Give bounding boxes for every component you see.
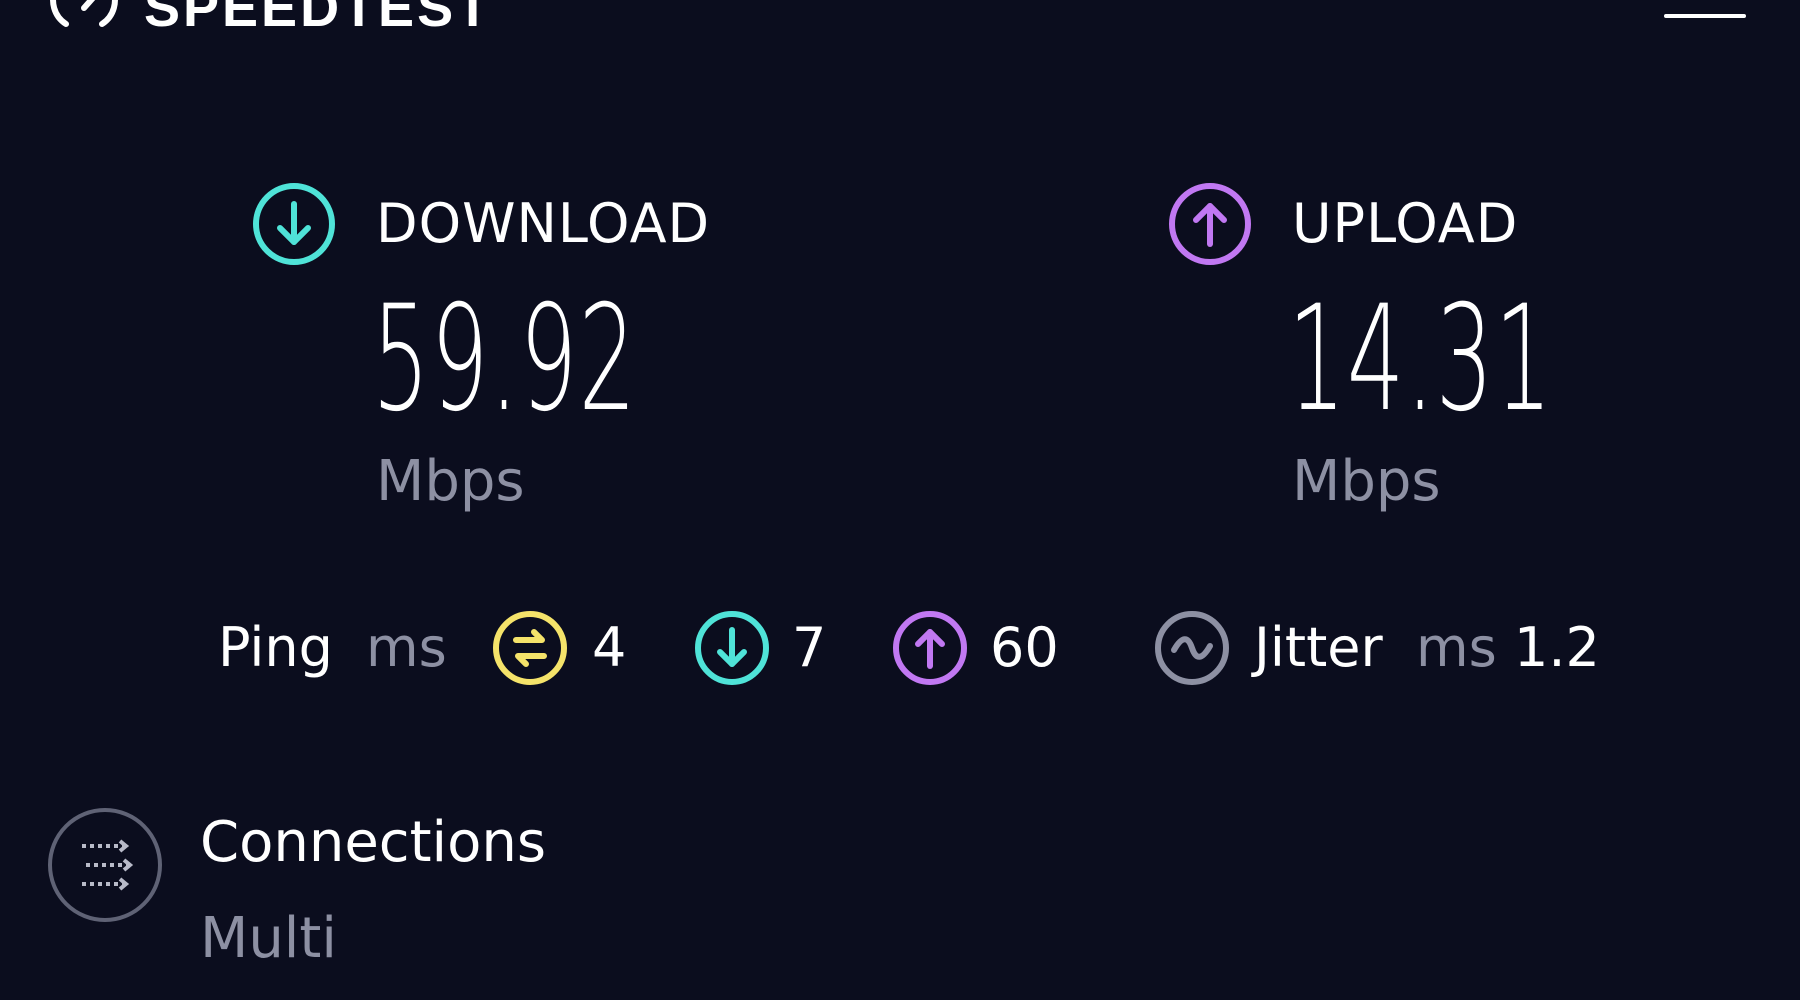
upload-unit: Mbps: [1292, 449, 1441, 514]
idle-latency-icon: [493, 611, 567, 685]
latency-row: Ping ms 4 7 60 Jitter ms 1.2: [0, 608, 1800, 692]
ping-label: Ping: [218, 616, 333, 679]
app-logo-text: SPEEDTEST: [144, 0, 493, 38]
upload-arrow-icon: [1169, 183, 1251, 265]
connections-title: Connections: [200, 810, 547, 875]
upload-value: 14.31: [1288, 274, 1554, 444]
jitter-label: Jitter: [1254, 616, 1383, 679]
download-latency-icon: [695, 611, 769, 685]
app-header: SPEEDTEST: [0, 0, 1800, 60]
ping-idle-value: 4: [592, 616, 627, 679]
ping-download-value: 7: [792, 616, 827, 679]
upload-label: UPLOAD: [1292, 192, 1519, 255]
multi-connection-icon: [48, 808, 162, 922]
ping-unit: ms: [366, 616, 447, 679]
download-value: 59.92: [372, 274, 638, 444]
jitter-wave-icon: [1155, 611, 1229, 685]
jitter-unit: ms: [1416, 616, 1497, 679]
connections-setting[interactable]: Connections Multi: [46, 806, 946, 986]
speedometer-icon: [50, 0, 118, 27]
speedtest-screen: SPEEDTEST DOWNLOAD 59.92 Mbps UPLOAD 14.…: [0, 0, 1800, 1000]
download-unit: Mbps: [376, 449, 525, 514]
hamburger-menu-icon[interactable]: [1664, 0, 1746, 30]
download-label: DOWNLOAD: [376, 192, 711, 255]
ping-upload-value: 60: [990, 616, 1059, 679]
connections-value: Multi: [200, 906, 337, 971]
download-arrow-icon: [253, 183, 335, 265]
upload-latency-icon: [893, 611, 967, 685]
jitter-value: 1.2: [1514, 616, 1600, 679]
